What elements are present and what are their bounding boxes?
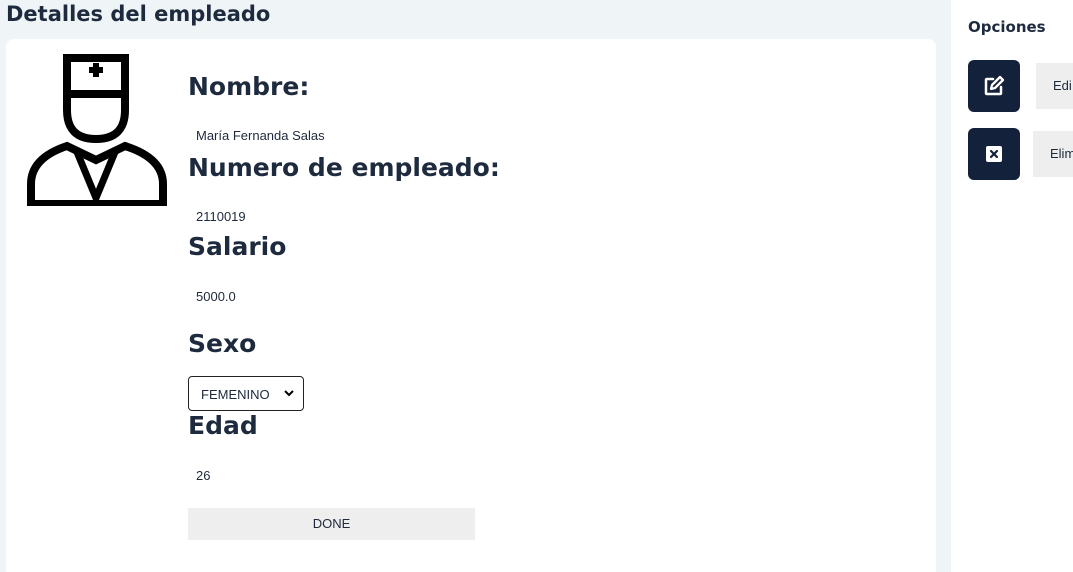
name-value: María Fernanda Salas bbox=[196, 128, 325, 143]
done-button[interactable]: DONE bbox=[188, 508, 475, 540]
sex-select[interactable]: FEMENINO bbox=[188, 376, 304, 411]
employee-number-label: Numero de empleado: bbox=[188, 153, 500, 182]
doctor-icon bbox=[27, 54, 167, 208]
page-title: Detalles del empleado bbox=[6, 2, 271, 26]
close-box-icon bbox=[986, 146, 1002, 162]
salary-value: 5000.0 bbox=[196, 289, 236, 304]
name-label: Nombre: bbox=[188, 72, 310, 101]
chevron-down-icon bbox=[284, 390, 294, 397]
employee-number-value: 2110019 bbox=[196, 209, 246, 224]
sex-select-value: FEMENINO bbox=[201, 387, 270, 402]
delete-icon-button[interactable] bbox=[968, 128, 1020, 180]
edit-button[interactable]: Edi bbox=[1036, 63, 1073, 109]
age-label: Edad bbox=[188, 411, 258, 440]
options-sidebar: Opciones Edi Elim bbox=[951, 0, 1073, 572]
delete-button[interactable]: Elim bbox=[1033, 131, 1073, 177]
edit-icon-button[interactable] bbox=[968, 60, 1020, 112]
salary-label: Salario bbox=[188, 232, 287, 261]
main-area: Detalles del empleado Nombre: María Fern… bbox=[0, 0, 951, 572]
sex-label: Sexo bbox=[188, 329, 257, 358]
age-value: 26 bbox=[196, 468, 211, 483]
edit-icon bbox=[984, 75, 1005, 96]
sidebar-title: Opciones bbox=[968, 18, 1046, 36]
